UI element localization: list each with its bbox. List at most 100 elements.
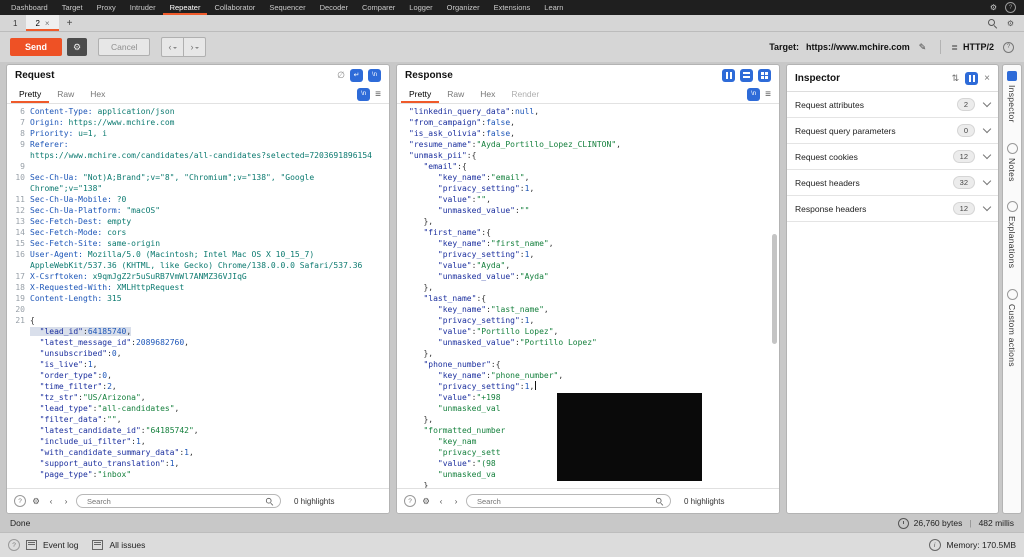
count-badge: 12 — [953, 202, 975, 215]
menu-item-comparer[interactable]: Comparer — [355, 0, 402, 15]
settings-icon[interactable]: ⚙ — [990, 3, 997, 12]
menu-item-learn[interactable]: Learn — [537, 0, 570, 15]
all-issues-button[interactable]: All issues — [109, 540, 145, 550]
timer-icon — [898, 518, 909, 529]
next-match-icon[interactable]: › — [451, 496, 461, 506]
newline-icon[interactable] — [747, 88, 760, 101]
divider — [940, 40, 941, 54]
layout-rows-icon[interactable] — [740, 69, 753, 82]
line-number: 15 — [11, 238, 30, 249]
edit-target-icon[interactable]: ✎ — [919, 42, 927, 53]
layout-columns-icon[interactable] — [722, 69, 735, 82]
tab-raw[interactable]: Raw — [439, 85, 472, 103]
request-editor[interactable]: 6Content-Type: application/json7Origin: … — [7, 104, 389, 492]
next-match-icon[interactable]: › — [61, 496, 71, 506]
line-number: 20 — [11, 304, 30, 315]
menu-item-decoder[interactable]: Decoder — [313, 0, 355, 15]
inspector-section-label: Request cookies — [795, 152, 953, 162]
menu-icon[interactable]: ≡ — [375, 89, 381, 100]
code-line: "is_live":1, — [11, 359, 389, 370]
menu-item-proxy[interactable]: Proxy — [90, 0, 123, 15]
expand-collapse-icon[interactable]: ⇅ — [952, 73, 960, 84]
new-tab-button[interactable]: + — [59, 15, 81, 31]
code-line: "with_candidate_summary_data":1, — [11, 447, 389, 458]
code-line: 16User-Agent: Mozilla/5.0 (Macintosh; In… — [11, 249, 389, 260]
repeater-tab-2[interactable]: 2× — [26, 15, 58, 31]
side-tab-strip: Inspector Notes Explanations Custom actions — [1002, 64, 1022, 514]
side-tab-notes[interactable]: Notes — [1007, 143, 1018, 182]
prev-match-icon[interactable]: ‹ — [46, 496, 56, 506]
scrollbar-thumb[interactable] — [772, 234, 777, 344]
prev-match-icon[interactable]: ‹ — [436, 496, 446, 506]
menu-item-repeater[interactable]: Repeater — [163, 0, 208, 15]
newline-icon[interactable] — [357, 88, 370, 101]
search-icon — [266, 498, 273, 505]
tab-pretty[interactable]: Pretty — [11, 85, 49, 103]
inspector-section-request-query-parameters[interactable]: Request query parameters0 — [787, 118, 998, 144]
settings-icon[interactable]: ⚙ — [1007, 19, 1014, 28]
inspector-section-label: Request headers — [795, 178, 953, 188]
word-wrap-icon[interactable] — [350, 69, 363, 82]
line-number: 11 — [11, 194, 30, 205]
search-input[interactable] — [85, 496, 264, 507]
code-line: "unmasked_value":"Portillo Lopez" — [409, 337, 779, 348]
repeater-tab-1[interactable]: 1 — [4, 15, 26, 31]
menu-icon[interactable]: ≡ — [765, 89, 771, 100]
search-input[interactable] — [475, 496, 654, 507]
code-line: "value":"Ayda", — [409, 260, 779, 271]
line-number — [11, 436, 30, 447]
help-icon[interactable]: ? — [8, 539, 20, 551]
help-icon[interactable]: ? — [404, 495, 416, 507]
code-line: }, — [409, 216, 779, 227]
menu-item-target[interactable]: Target — [55, 0, 90, 15]
inspector-sections: Request attributes2Request query paramet… — [787, 92, 998, 222]
search-settings-icon[interactable]: ⚙ — [421, 496, 431, 507]
menu-item-collaborator[interactable]: Collaborator — [207, 0, 262, 15]
help-icon[interactable]: ? — [1005, 2, 1016, 13]
side-tab-explanations[interactable]: Explanations — [1007, 201, 1018, 268]
menu-item-intruder[interactable]: Intruder — [123, 0, 163, 15]
request-search-bar: ? ⚙ ‹ › 0 highlights — [7, 488, 389, 513]
menu-item-extensions[interactable]: Extensions — [487, 0, 538, 15]
help-icon[interactable]: ? — [14, 495, 26, 507]
search-icon[interactable] — [988, 19, 997, 28]
layout-columns-icon[interactable] — [965, 72, 978, 85]
code-line: "is_ask_olivia":false, — [409, 128, 779, 139]
tab-render[interactable]: Render — [503, 85, 547, 103]
non-printing-chars-icon[interactable]: ∅ — [337, 70, 345, 81]
inspector-section-request-attributes[interactable]: Request attributes2 — [787, 92, 998, 118]
forward-button[interactable]: › — [184, 38, 205, 56]
send-button[interactable]: Send — [10, 38, 62, 56]
code-line: "privacy_setting":1, — [409, 183, 779, 194]
tab-raw[interactable]: Raw — [49, 85, 82, 103]
inspector-section-response-headers[interactable]: Response headers12 — [787, 196, 998, 222]
line-number: 16 — [11, 249, 30, 260]
tab-hex[interactable]: Hex — [472, 85, 503, 103]
event-log-button[interactable]: Event log — [43, 540, 78, 550]
back-button[interactable]: ‹ — [162, 38, 183, 56]
menu-item-sequencer[interactable]: Sequencer — [262, 0, 312, 15]
menu-item-logger[interactable]: Logger — [402, 0, 439, 15]
side-tab-label: Custom actions — [1007, 304, 1017, 367]
close-icon[interactable]: × — [45, 19, 50, 28]
send-settings-button[interactable]: ⚙ — [67, 38, 87, 56]
side-tab-inspector[interactable]: Inspector — [1007, 71, 1017, 123]
help-icon[interactable]: ? — [1003, 42, 1014, 53]
newline-icon[interactable] — [368, 69, 381, 82]
layout-grid-icon[interactable] — [758, 69, 771, 82]
menu-item-organizer[interactable]: Organizer — [440, 0, 487, 15]
inspector-section-request-cookies[interactable]: Request cookies12 — [787, 144, 998, 170]
inspector-section-request-headers[interactable]: Request headers32 — [787, 170, 998, 196]
highlight-count: 0 highlights — [294, 497, 334, 506]
cancel-button[interactable]: Cancel — [98, 38, 150, 56]
close-icon[interactable]: × — [984, 73, 990, 84]
line-number — [11, 403, 30, 414]
code-line: "unmask_pii":{ — [409, 150, 779, 161]
tab-hex[interactable]: Hex — [82, 85, 113, 103]
tab-pretty[interactable]: Pretty — [401, 85, 439, 103]
divider: | — [969, 518, 971, 528]
menu-item-dashboard[interactable]: Dashboard — [4, 0, 55, 15]
search-settings-icon[interactable]: ⚙ — [31, 496, 41, 507]
side-tab-custom-actions[interactable]: Custom actions — [1007, 289, 1018, 367]
line-number — [11, 260, 30, 271]
